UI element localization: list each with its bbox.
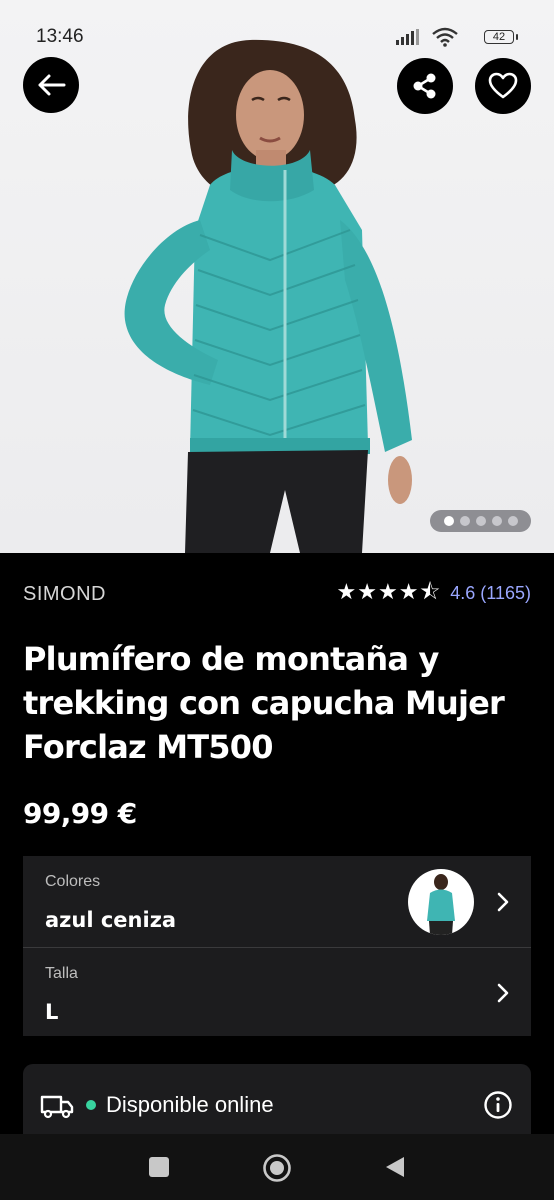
rating-score[interactable]: 4.6 (1165) (450, 583, 531, 604)
availability-status-dot (86, 1100, 96, 1110)
heart-icon (488, 72, 518, 99)
favorite-button[interactable] (475, 58, 531, 114)
signal-icon (396, 29, 419, 45)
back-button[interactable] (23, 57, 79, 113)
pagination-dot[interactable] (475, 516, 486, 526)
rating-stars: ★ ★ ★ ★ ⯪ (337, 582, 441, 604)
truck-icon (40, 1095, 74, 1119)
system-back-icon[interactable] (384, 1155, 406, 1179)
color-swatch (408, 869, 474, 935)
battery-icon: 42 (484, 30, 518, 44)
share-button[interactable] (397, 58, 453, 114)
size-selector[interactable]: Talla L (23, 948, 531, 1036)
chevron-right-icon (497, 983, 509, 1003)
star-icon: ★ (398, 580, 419, 605)
star-half-icon: ⯪ (419, 580, 441, 605)
system-navigation-bar (0, 1134, 554, 1200)
pagination-dot[interactable] (443, 516, 454, 526)
gallery-pagination[interactable] (430, 510, 531, 532)
status-bar: 13:46 42 (0, 0, 554, 72)
rating[interactable]: ★ ★ ★ ★ ⯪ 4.6 (1165) (337, 582, 532, 604)
arrow-left-icon (38, 74, 66, 96)
product-photo (124, 39, 412, 553)
color-label: Colores (45, 873, 101, 890)
home-icon[interactable] (262, 1153, 292, 1183)
color-value: azul ceniza (45, 908, 177, 932)
info-icon[interactable] (483, 1090, 513, 1120)
size-label: Talla (45, 965, 78, 982)
size-value: L (45, 1000, 59, 1024)
product-price: 99,99 € (23, 797, 137, 830)
availability-panel: Disponible online (23, 1064, 531, 1144)
availability-text: Disponible online (106, 1092, 274, 1117)
brand-name[interactable]: SIMOND (23, 583, 106, 606)
pagination-dot[interactable] (491, 516, 502, 526)
wifi-icon (432, 27, 458, 47)
star-icon: ★ (336, 580, 357, 605)
product-title: Plumífero de montaña y trekking con capu… (23, 640, 505, 766)
color-selector[interactable]: Colores azul ceniza (23, 856, 531, 948)
pagination-dot[interactable] (507, 516, 518, 526)
share-icon (413, 73, 436, 99)
pagination-dot[interactable] (459, 516, 470, 526)
product-image-gallery[interactable]: 13:46 42 (0, 0, 554, 553)
star-icon: ★ (357, 580, 377, 605)
recent-apps-icon[interactable] (149, 1157, 169, 1177)
star-icon: ★ (377, 580, 398, 605)
status-time: 13:46 (36, 26, 84, 47)
chevron-right-icon (497, 892, 509, 912)
